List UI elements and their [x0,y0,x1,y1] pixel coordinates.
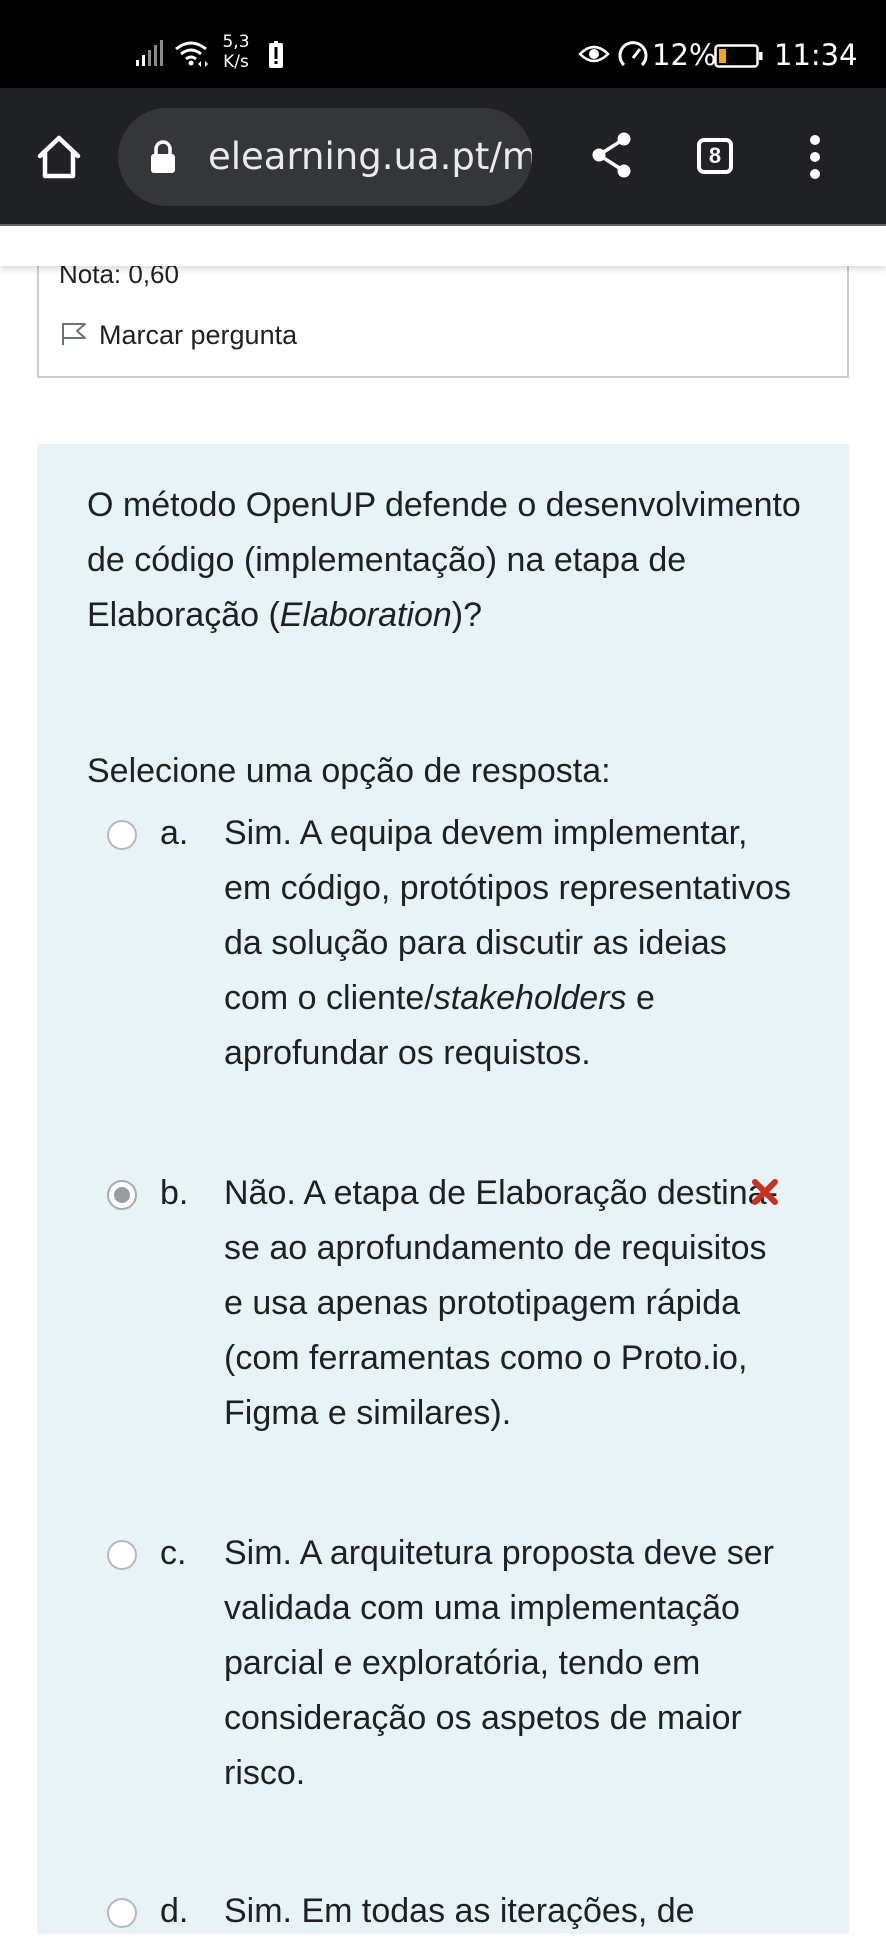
more-menu-icon[interactable] [808,134,822,180]
share-icon[interactable] [590,130,634,180]
option-letter: c. [160,1534,187,1572]
clock: 11:34 [774,38,858,72]
option-letter: a. [160,814,189,852]
question-text-part2: )? [451,596,483,634]
question-text: O método OpenUP defende o desenvolviment… [87,478,807,643]
option-text-emphasis: stakeholders [433,979,627,1017]
option-letter: b. [160,1174,189,1212]
network-speed-value: 5,3 [222,32,250,52]
tab-switcher-icon[interactable]: 8 [697,138,733,174]
answer-option-a[interactable]: a. Sim. A equipa devem implementar, em c… [37,806,849,1086]
radio-selected-dot [114,1187,130,1203]
lock-icon [151,140,175,173]
radio-button-a[interactable] [107,820,137,850]
answer-option-d[interactable]: d. Sim. Em todas as iterações, de [37,1884,849,1944]
option-letter: d. [160,1892,189,1930]
radio-button-c[interactable] [107,1540,137,1570]
network-speed: 5,3 K/s [216,32,256,72]
address-bar[interactable]: elearning.ua.pt/mod/quiz/attempt.php [118,108,532,206]
radio-button-b[interactable] [107,1180,137,1210]
answer-option-c[interactable]: c. Sim. A arquitetura proposta deve ser … [37,1526,849,1806]
question-text-emphasis: Elaboration [279,596,452,634]
radio-button-d[interactable] [107,1898,137,1928]
url-text: elearning.ua.pt/mod/quiz/attempt.php [208,135,532,178]
option-text[interactable]: Sim. A equipa devem implementar, em códi… [224,806,794,1081]
answer-prompt: Selecione uma opção de resposta: [87,752,611,790]
alert-icon [269,41,283,68]
incorrect-cross-icon [752,1179,778,1205]
sticky-header-shadow [0,226,886,266]
power-saver-icon [618,41,648,67]
battery-icon [714,44,763,68]
home-icon[interactable] [34,132,84,182]
status-bar: 5,3 K/s 12% 11:34 [0,0,886,88]
signal-icon [136,40,163,66]
option-text[interactable]: Sim. Em todas as iterações, de [224,1884,794,1939]
eye-icon [578,45,610,63]
network-speed-unit: K/s [223,52,249,72]
browser-toolbar: elearning.ua.pt/mod/quiz/attempt.php 8 [0,88,886,226]
option-text[interactable]: Sim. A arquitetura proposta deve ser val… [224,1526,794,1801]
battery-percent: 12% [652,38,717,72]
wifi-icon [175,41,208,67]
flag-question-link[interactable]: Marcar pergunta [99,319,297,351]
answer-option-b[interactable]: b. Não. A etapa de Elaboração destina-se… [37,1166,849,1446]
tab-count: 8 [708,143,722,168]
question-card: O método OpenUP defende o desenvolviment… [37,444,849,1934]
option-text[interactable]: Não. A etapa de Elaboração destina-se ao… [224,1166,794,1441]
flag-icon[interactable] [61,322,87,346]
